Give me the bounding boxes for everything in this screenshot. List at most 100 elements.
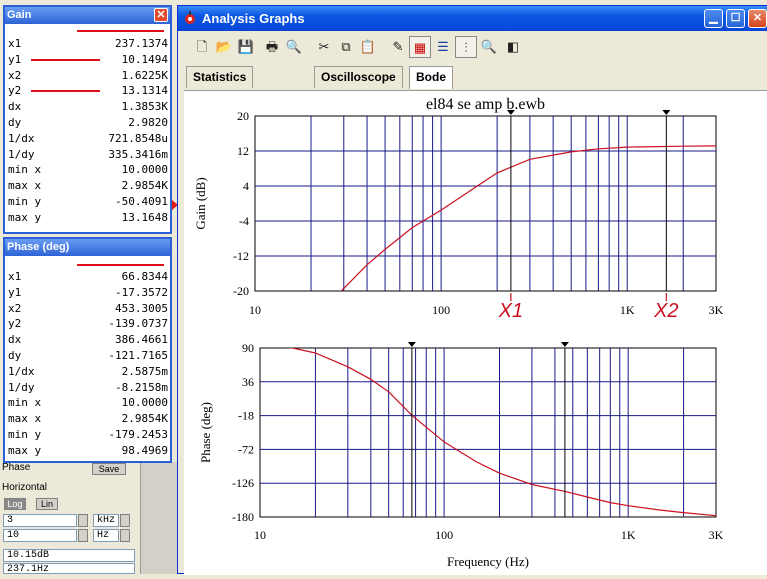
phase-row-label: max y bbox=[8, 443, 42, 457]
main-window-title: Analysis Graphs bbox=[202, 11, 305, 26]
gain-row-value: 10.1494 bbox=[121, 52, 168, 66]
phase-row-value: -179.2453 bbox=[108, 427, 168, 441]
start-frequency-spinner[interactable] bbox=[78, 514, 88, 527]
print-icon[interactable]: 🖶 bbox=[261, 36, 283, 58]
y-tick-label: 4 bbox=[243, 179, 249, 193]
close-button[interactable]: ✕ bbox=[748, 9, 767, 28]
phase-row-x2: x2 453.3005 bbox=[5, 301, 170, 317]
end-frequency-spinner[interactable] bbox=[78, 529, 88, 542]
y-tick-label: -72 bbox=[238, 442, 254, 456]
start-unit-spinner[interactable] bbox=[120, 514, 130, 527]
print-preview-icon[interactable]: 🔍 bbox=[283, 36, 305, 58]
y-tick-label: 36 bbox=[242, 375, 254, 389]
phase-row-label: dy bbox=[8, 348, 22, 362]
y-axis-label: Phase (deg) bbox=[198, 402, 213, 463]
plot-area: 20 12 4 -4 -12 -20 10 100 1K 3K el84 se amp b.ewb G… bbox=[184, 90, 767, 575]
gain-window-close-button[interactable]: ✕ bbox=[154, 8, 168, 22]
properties-icon[interactable]: ✎ bbox=[387, 36, 409, 58]
plot-frame bbox=[259, 347, 717, 518]
reverse-colors-icon[interactable]: ◧ bbox=[502, 36, 524, 58]
gain-row-max-y: max y 13.1648 bbox=[5, 210, 170, 226]
phase-row-min-x: min x 10.0000 bbox=[5, 395, 170, 411]
tab-bode[interactable]: Bode bbox=[409, 66, 453, 89]
gain-cursor-line-swatch bbox=[31, 90, 100, 93]
grid-icon[interactable]: ▦ bbox=[409, 36, 431, 58]
y-tick-label: 12 bbox=[237, 144, 249, 158]
cursor-marker-icon bbox=[407, 342, 416, 347]
end-unit-spinner[interactable] bbox=[120, 529, 130, 542]
lin-button[interactable]: Lin bbox=[36, 498, 58, 510]
phase-row-value: -8.2158m bbox=[115, 380, 168, 394]
cursor-icon[interactable]: ⫶ bbox=[455, 36, 477, 58]
frequency-readout: 237.1Hz bbox=[3, 563, 135, 575]
gain-cursor-line-swatch bbox=[31, 58, 100, 61]
gain-row-value: -50.4091 bbox=[115, 194, 168, 208]
phase-row-value: -139.0737 bbox=[108, 317, 168, 331]
zoom-icon[interactable]: 🔍 bbox=[478, 36, 500, 58]
gain-row-label: min x bbox=[8, 163, 42, 177]
cursor-marker-icon bbox=[662, 110, 671, 115]
end-unit-select[interactable]: Hz bbox=[93, 529, 119, 542]
app-icon bbox=[185, 11, 195, 24]
new-icon[interactable]: 🗋 bbox=[191, 36, 213, 58]
y-tick-label: -18 bbox=[238, 409, 254, 423]
phase-row-max-y: max y 98.4969 bbox=[5, 443, 170, 459]
gain-window-titlebar[interactable]: Gain ✕ bbox=[5, 7, 170, 24]
cut-icon[interactable]: ✂ bbox=[313, 36, 335, 58]
phase-row-value: 10.0000 bbox=[121, 396, 168, 410]
phase-row-label: min y bbox=[8, 427, 42, 441]
gain-row-label: min y bbox=[8, 194, 42, 208]
gain-row-x1: x1 237.1374 bbox=[5, 36, 170, 52]
chart-0: 20 12 4 -4 -12 -2010 100 1K 3K el84 se amp b.ewb G… bbox=[193, 96, 724, 322]
phase-window-titlebar[interactable]: Phase (deg) bbox=[5, 239, 170, 256]
phase-row-label: y1 bbox=[8, 285, 22, 299]
start-unit-select[interactable]: kHz bbox=[93, 514, 119, 527]
phase-row-max-x: max x 2.9854K bbox=[5, 411, 170, 427]
end-frequency-input[interactable]: 10 bbox=[3, 529, 77, 542]
gain-row-value: 13.1648 bbox=[121, 210, 168, 224]
y-tick-label: -20 bbox=[233, 284, 249, 298]
phase-row-label: dx bbox=[8, 333, 22, 347]
gain-row-value: 2.9820 bbox=[128, 115, 168, 129]
gain-row-label: max x bbox=[8, 179, 42, 193]
y-tick-label: -126 bbox=[232, 476, 254, 490]
save-icon[interactable]: 💾 bbox=[235, 36, 257, 58]
cursor-label: X1 bbox=[498, 300, 523, 322]
phase-row-label: max x bbox=[8, 412, 42, 426]
cursor-marker-icon bbox=[560, 342, 569, 347]
phase-row-value: 66.8344 bbox=[121, 270, 168, 283]
y-tick-label: -4 bbox=[239, 214, 249, 228]
gain-row-value: 10.0000 bbox=[121, 163, 168, 177]
gain-row-1-dy: 1/dy 335.3416m bbox=[5, 147, 170, 163]
legend-icon[interactable]: ☰ bbox=[432, 36, 454, 58]
gain-row-label: y2 bbox=[8, 84, 22, 98]
gain-readout: 10.15dB bbox=[3, 549, 135, 562]
x-tick-label: 10 bbox=[254, 528, 266, 542]
phase-trace-legend-line bbox=[77, 264, 164, 266]
x-tick-label: 100 bbox=[432, 303, 450, 317]
tab-oscilloscope[interactable]: Oscilloscope bbox=[314, 66, 403, 88]
main-titlebar[interactable]: Analysis Graphs ▁ ☐ ✕ bbox=[178, 6, 767, 31]
gain-row-value: 237.1374 bbox=[115, 37, 168, 50]
background-scroll-area bbox=[140, 462, 178, 574]
paste-icon[interactable]: 📋 bbox=[357, 36, 379, 58]
gain-row-label: y1 bbox=[8, 52, 22, 66]
analysis-graphs-window: Analysis Graphs ▁ ☐ ✕ 🗋 📂 💾 🖶 🔍 ✂ ⧉ 📋 ✎ … bbox=[177, 5, 767, 575]
phase-row-min-y: min y -179.2453 bbox=[5, 427, 170, 443]
save-button[interactable]: Save bbox=[92, 463, 126, 475]
horizontal-label: Horizontal bbox=[2, 482, 48, 493]
gain-row-x2: x2 1.6225K bbox=[5, 68, 170, 84]
plot-frame bbox=[254, 115, 717, 292]
minimize-button[interactable]: ▁ bbox=[704, 9, 723, 28]
bode-plot: 20124-4-12-2010 100 1K 3Kel84 se amp b.ewbG… bbox=[193, 96, 724, 569]
open-icon[interactable]: 📂 bbox=[213, 36, 235, 58]
tab-statistics[interactable]: Statistics [Analog] bbox=[186, 66, 254, 104]
phase-row-value: -17.3572 bbox=[115, 285, 168, 299]
maximize-button[interactable]: ☐ bbox=[726, 9, 745, 28]
start-frequency-input[interactable]: 3 bbox=[3, 514, 77, 527]
x-tick-label: 100 bbox=[435, 528, 453, 542]
copy-icon[interactable]: ⧉ bbox=[335, 36, 357, 58]
log-button[interactable]: Log bbox=[4, 498, 26, 510]
phase-row-label: min x bbox=[8, 396, 42, 410]
gain-row-dy: dy 2.9820 bbox=[5, 115, 170, 131]
